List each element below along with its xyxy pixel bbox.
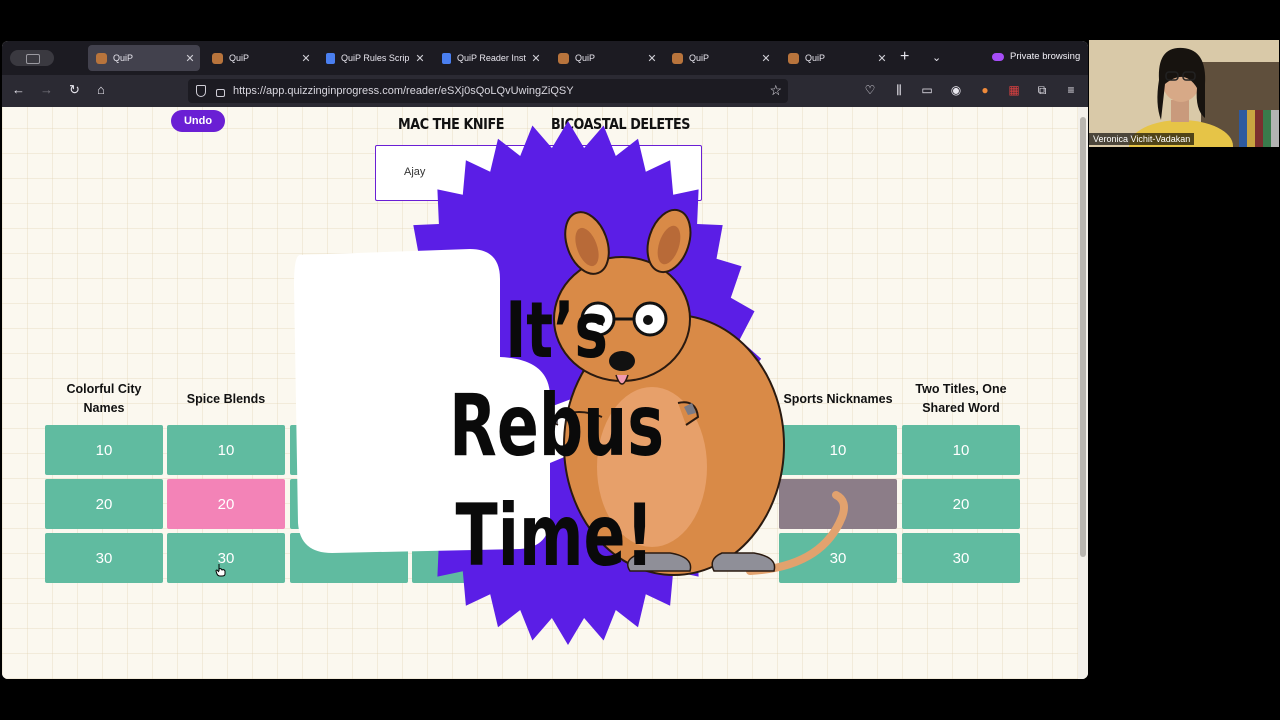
tab-reader-instructions[interactable]: QuiP Reader Inst ✕ <box>434 45 546 71</box>
rebus-overlay: It’s Rebus Time! <box>294 121 848 645</box>
shout-line-1: It’s <box>505 286 607 377</box>
quip-icon <box>788 52 799 64</box>
shout-line-3: Time! <box>456 485 654 586</box>
quip-icon <box>672 52 683 64</box>
participant-video <box>1129 47 1233 147</box>
tab-title: QuiP <box>113 53 134 63</box>
quip-icon <box>96 52 107 64</box>
extension-orange-icon[interactable]: ● <box>978 83 992 97</box>
close-icon[interactable]: ✕ <box>760 52 772 65</box>
menu-hamburger-icon[interactable]: ≡ <box>1064 83 1078 97</box>
quip-icon <box>212 52 223 64</box>
tab-title: QuiP <box>805 53 826 63</box>
tab-quip-5[interactable]: QuiP ✕ <box>780 45 892 71</box>
pocket-icon[interactable]: ♡ <box>863 83 877 97</box>
doc-icon <box>326 52 335 64</box>
browser-window: QuiP ✕ QuiP ✕ QuiP Rules Scrip ✕ QuiP Re… <box>2 41 1088 679</box>
account-icon[interactable]: ◉ <box>949 83 963 97</box>
close-icon[interactable]: ✕ <box>184 52 196 65</box>
tab-quip-1[interactable]: QuiP ✕ <box>88 45 200 71</box>
screen: QuiP ✕ QuiP ✕ QuiP Rules Scrip ✕ QuiP Re… <box>0 0 1280 720</box>
tab-title: QuiP <box>575 53 596 63</box>
url-text[interactable]: https://app.quizzinginprogress.com/reade… <box>233 85 574 97</box>
tracking-shield-icon[interactable] <box>196 85 206 97</box>
extensions-puzzle-icon[interactable]: ⧉ <box>1035 83 1049 97</box>
tab-quip-2[interactable]: QuiP ✕ <box>204 45 316 71</box>
tab-title: QuiP <box>229 53 250 63</box>
tab-quip-3[interactable]: QuiP ✕ <box>550 45 662 71</box>
back-arrow-icon[interactable]: ← <box>12 83 25 97</box>
private-browsing-indicator: Private browsing <box>992 51 1080 62</box>
tab-title: QuiP Reader Inst <box>457 53 526 63</box>
extension-red-icon[interactable]: ▦ <box>1007 83 1021 97</box>
quip-icon <box>558 52 569 64</box>
tab-bar: QuiP ✕ QuiP ✕ QuiP Rules Scrip ✕ QuiP Re… <box>2 41 1088 75</box>
new-tab-plus-icon[interactable]: + <box>900 49 909 65</box>
forward-arrow-icon[interactable]: → <box>40 83 53 97</box>
close-icon[interactable]: ✕ <box>530 52 542 65</box>
participant-name: Veronica Vichit-Vadakan <box>1089 133 1195 145</box>
close-icon[interactable]: ✕ <box>876 52 888 65</box>
home-icon[interactable]: ⌂ <box>97 83 105 97</box>
url-bar[interactable]: https://app.quizzinginprogress.com/reade… <box>188 79 788 103</box>
close-icon[interactable]: ✕ <box>414 52 426 65</box>
scrollbar[interactable] <box>1078 107 1088 679</box>
private-browsing-label: Private browsing <box>1010 51 1081 62</box>
library-icon[interactable]: ⫼ <box>892 83 906 97</box>
webcam-tile: Veronica Vichit-Vadakan <box>1089 40 1279 147</box>
lock-icon[interactable] <box>216 88 225 97</box>
nav-toolbar: ← → ↻ ⌂ https://app.quizzinginprogress.c… <box>2 75 1088 107</box>
scrollbar-thumb[interactable] <box>1080 117 1086 557</box>
quiz-page: Undo MAC THE KNIFE BICOASTAL DELETES Aja… <box>2 107 1078 679</box>
close-icon[interactable]: ✕ <box>646 52 658 65</box>
shout-line-2: Rebus <box>449 375 664 476</box>
mask-icon <box>992 52 1004 61</box>
bookmark-star-icon[interactable]: ☆ <box>769 82 782 99</box>
doc-icon <box>442 52 451 64</box>
tab-quip-4[interactable]: QuiP ✕ <box>664 45 776 71</box>
chevron-down-icon[interactable]: ⌄ <box>932 51 941 64</box>
reload-icon[interactable]: ↻ <box>69 83 80 97</box>
sidebar-toggle-icon[interactable] <box>10 50 54 66</box>
sidebar-icon[interactable]: ▭ <box>920 83 934 97</box>
tab-title: QuiP Rules Scrip <box>341 53 410 63</box>
close-icon[interactable]: ✕ <box>300 52 312 65</box>
tab-rules-script[interactable]: QuiP Rules Scrip ✕ <box>318 45 430 71</box>
tab-title: QuiP <box>689 53 710 63</box>
